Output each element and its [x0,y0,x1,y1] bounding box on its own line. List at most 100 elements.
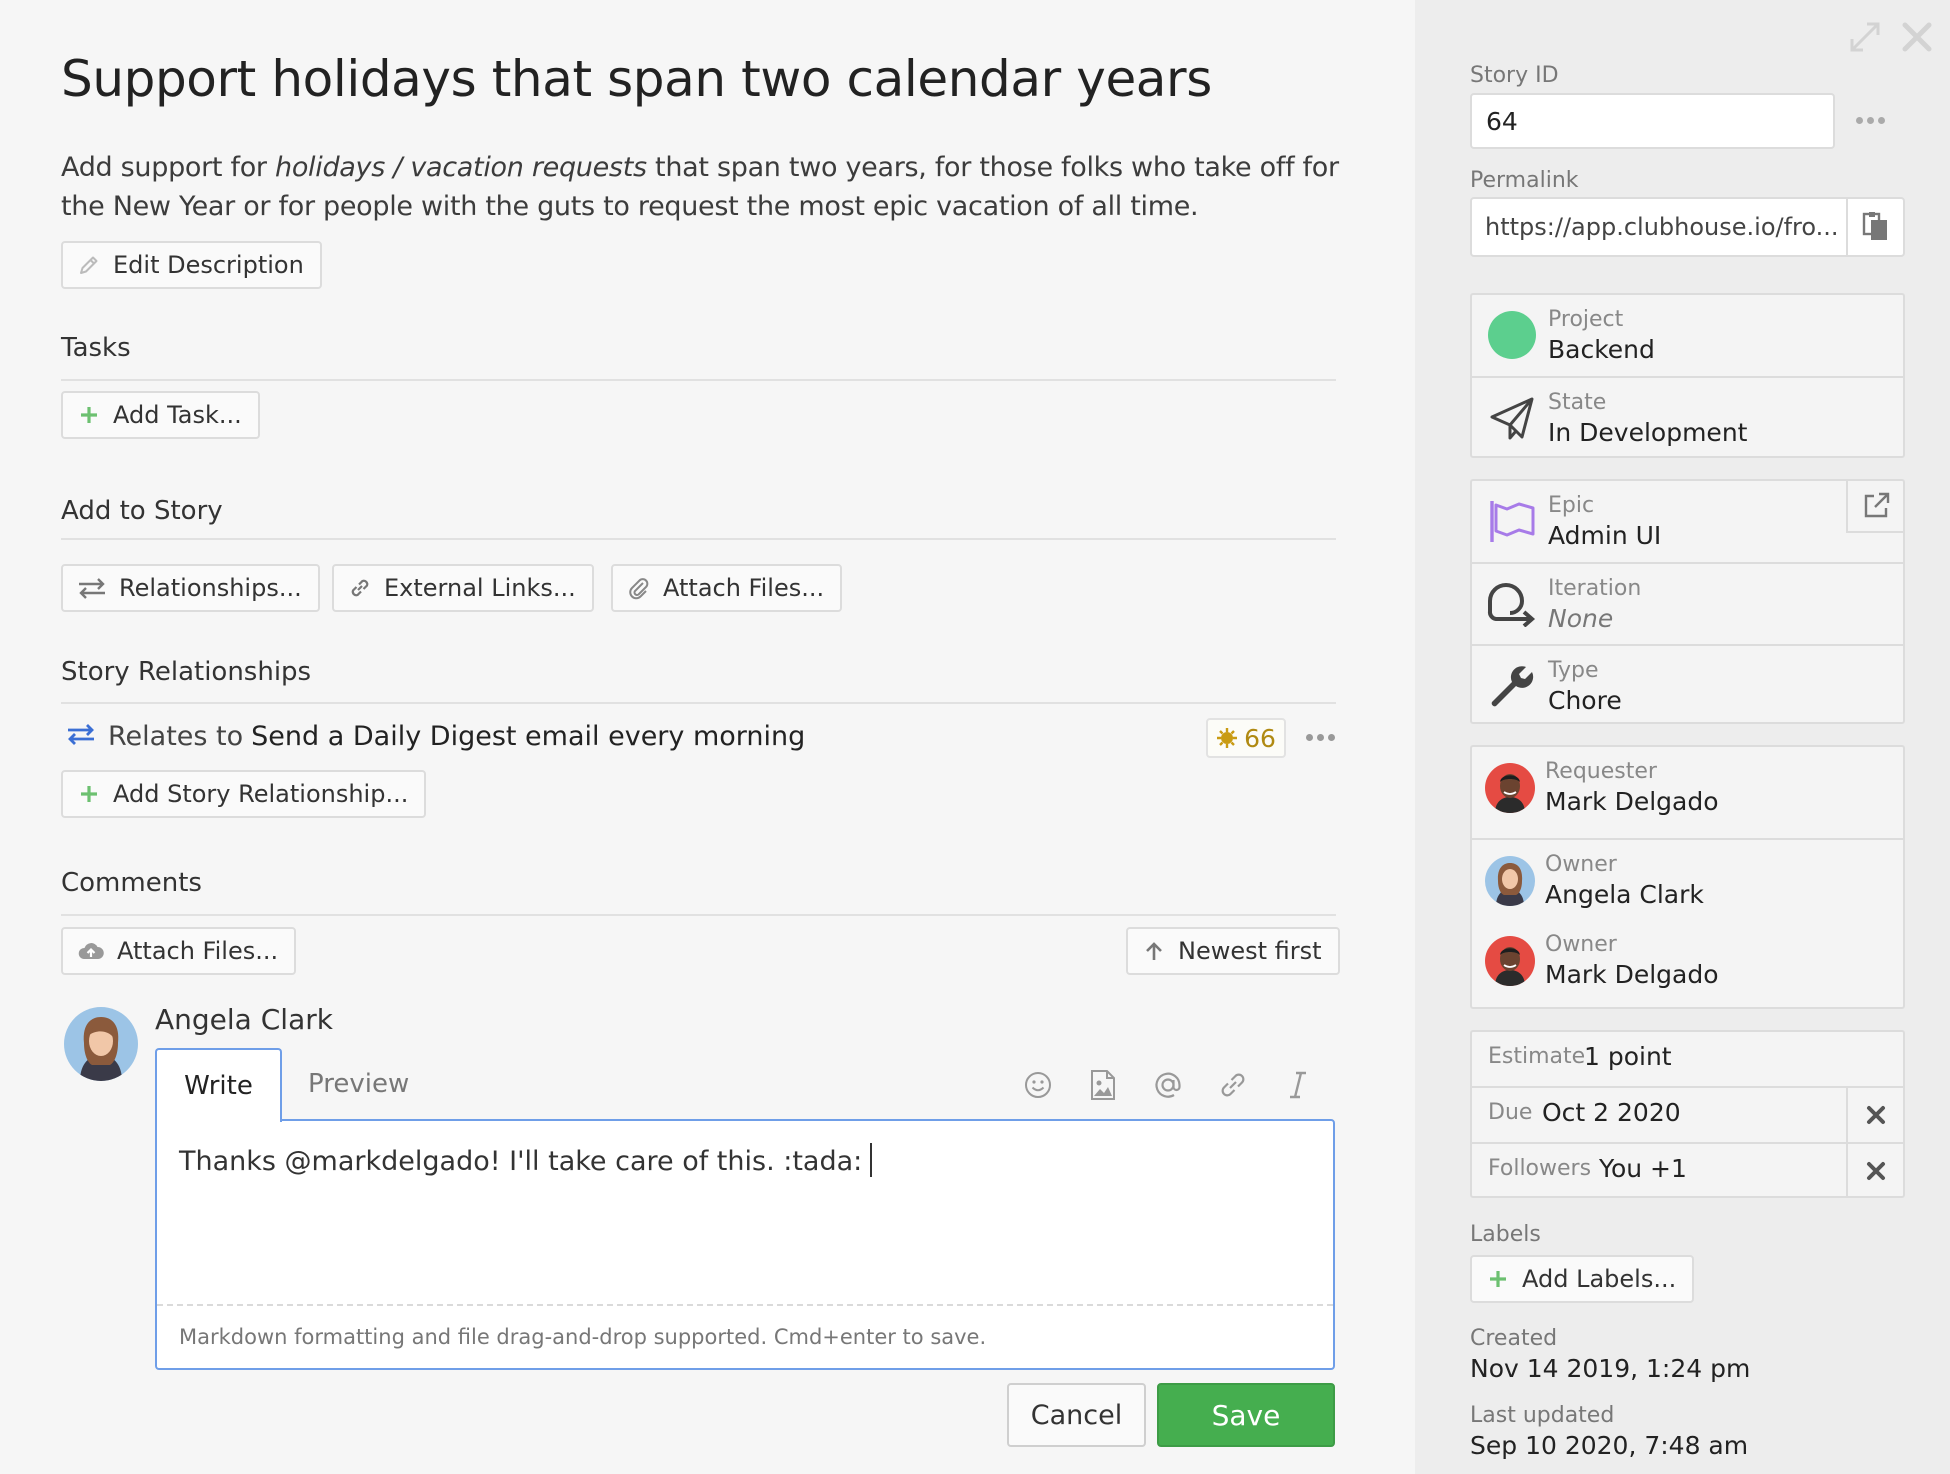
avatar [64,1007,138,1081]
permalink-value: https://app.clubhouse.io/fro... [1485,213,1839,241]
type-row[interactable]: Type Chore [1472,644,1903,724]
link-icon [348,576,372,600]
state-value: In Development [1548,418,1748,447]
save-button[interactable]: Save [1157,1383,1335,1447]
newest-first-button[interactable]: Newest first [1126,927,1340,975]
project-color-icon [1486,309,1538,361]
add-story-relationship-button[interactable]: Add Story Relationship... [61,770,427,818]
followers-label: Followers [1488,1156,1592,1181]
state-row[interactable]: State In Development [1472,376,1903,458]
external-links-label: External Links... [384,574,576,602]
type-value: Chore [1548,686,1622,715]
created-label: Created [1470,1326,1558,1351]
cancel-button[interactable]: Cancel [1007,1383,1146,1447]
markdown-hint: Markdown formatting and file drag-and-dr… [179,1325,987,1349]
flag-icon [1486,495,1538,547]
created-value: Nov 14 2019, 1:24 pm [1470,1354,1751,1383]
comment-text[interactable]: Thanks @markdelgado! I'll take care of t… [179,1143,873,1177]
related-story-id: 66 [1244,723,1276,753]
external-links-button[interactable]: External Links... [332,564,594,612]
permalink-field[interactable]: https://app.clubhouse.io/fro... [1470,197,1905,257]
clear-due-icon[interactable] [1846,1088,1903,1142]
add-task-label: Add Task... [113,401,242,429]
add-to-story-divider [61,538,1336,540]
estimate-value: 1 point [1584,1042,1672,1071]
type-label: Type [1548,658,1599,683]
epic-row[interactable]: Epic Admin UI [1472,481,1903,562]
comments-divider [61,914,1336,916]
comment-textarea[interactable]: Thanks @markdelgado! I'll take care of t… [155,1119,1335,1370]
add-story-relationship-label: Add Story Relationship... [113,780,409,808]
window-controls [1848,20,1934,58]
owner-label: Owner [1545,852,1617,877]
followers-row[interactable]: Followers You +1 [1472,1142,1903,1198]
attach-files-label: Attach Files... [663,574,825,602]
iteration-row[interactable]: Iteration None [1472,562,1903,644]
estimate-label: Estimate [1488,1044,1586,1069]
story-more-icon[interactable] [1856,117,1885,124]
pencil-icon [77,253,101,277]
permalink-label: Permalink [1470,168,1579,193]
clear-followers-icon[interactable] [1846,1144,1903,1198]
emoji-icon[interactable] [1021,1068,1055,1102]
relationship-row[interactable]: Relates to Send a Daily Digest email eve… [66,716,1336,756]
epic-label: Epic [1548,493,1595,518]
relationships-label: Relationships... [119,574,302,602]
story-id-label: Story ID [1470,63,1559,88]
avatar [1485,763,1535,813]
edit-description-button[interactable]: Edit Description [61,241,322,289]
paperclip-icon [627,576,651,600]
attach-comment-files-button[interactable]: Attach Files... [61,927,297,975]
updated-label: Last updated [1470,1403,1615,1428]
followers-value: You +1 [1599,1154,1687,1183]
expand-icon[interactable] [1848,20,1882,58]
copy-icon[interactable] [1846,199,1903,255]
meta-card: Estimate 1 point Due Oct 2 2020 Follower… [1470,1030,1905,1198]
plus-icon [77,782,101,806]
story-relationships-divider [61,702,1336,704]
italic-icon[interactable] [1281,1068,1315,1102]
relationship-swap-icon [66,721,96,752]
story-description: Add support for holidays / vacation requ… [61,148,1351,226]
attach-files-button[interactable]: Attach Files... [611,564,843,612]
attach-comment-files-label: Attach Files... [117,937,279,965]
tasks-divider [61,379,1336,381]
estimate-row[interactable]: Estimate 1 point [1472,1032,1903,1086]
owner-value: Angela Clark [1545,880,1704,909]
due-row[interactable]: Due Oct 2 2020 [1472,1086,1903,1142]
mention-icon[interactable] [1151,1068,1185,1102]
plus-icon [1486,1267,1510,1291]
tab-preview[interactable]: Preview [308,1048,409,1120]
image-icon[interactable] [1086,1068,1120,1102]
composer-tabs: Write Preview [155,1048,1335,1122]
story-relationships-heading: Story Relationships [61,657,312,687]
story-main: Support holidays that span two calendar … [0,0,1415,1474]
close-icon[interactable] [1900,20,1934,58]
project-value: Backend [1548,335,1655,364]
related-story-link[interactable]: Send a Daily Digest email every morning [251,721,805,752]
tasks-heading: Tasks [61,333,131,363]
relationship-more-icon[interactable] [1306,734,1335,741]
requester-row[interactable]: Requester Mark Delgado [1472,747,1903,838]
epic-value: Admin UI [1548,521,1662,550]
newest-first-label: Newest first [1178,937,1322,965]
state-label: State [1548,390,1607,415]
related-story-badge[interactable]: 66 [1206,718,1286,758]
owners-row[interactable]: Owner Angela Clark Owner Mark Delgado [1472,838,1903,1009]
add-labels-button[interactable]: Add Labels... [1470,1255,1695,1303]
cloud-upload-icon [77,939,105,963]
relationships-button[interactable]: Relationships... [61,564,320,612]
hint-divider [157,1304,1333,1306]
project-label: Project [1548,307,1624,332]
link-insert-icon[interactable] [1216,1068,1250,1102]
story-id-field[interactable]: 64 [1470,93,1835,149]
tab-write[interactable]: Write [155,1048,282,1122]
project-row[interactable]: Project Backend [1472,295,1903,376]
description-text-1: Add support for [61,152,276,183]
open-external-icon[interactable] [1846,481,1903,533]
requester-label: Requester [1545,759,1657,784]
add-task-button[interactable]: Add Task... [61,391,260,439]
story-title[interactable]: Support holidays that span two calendar … [61,50,1212,108]
comment-draft-text: Thanks @markdelgado! I'll take care of t… [179,1146,863,1177]
relationship-type: Relates to [108,720,244,752]
